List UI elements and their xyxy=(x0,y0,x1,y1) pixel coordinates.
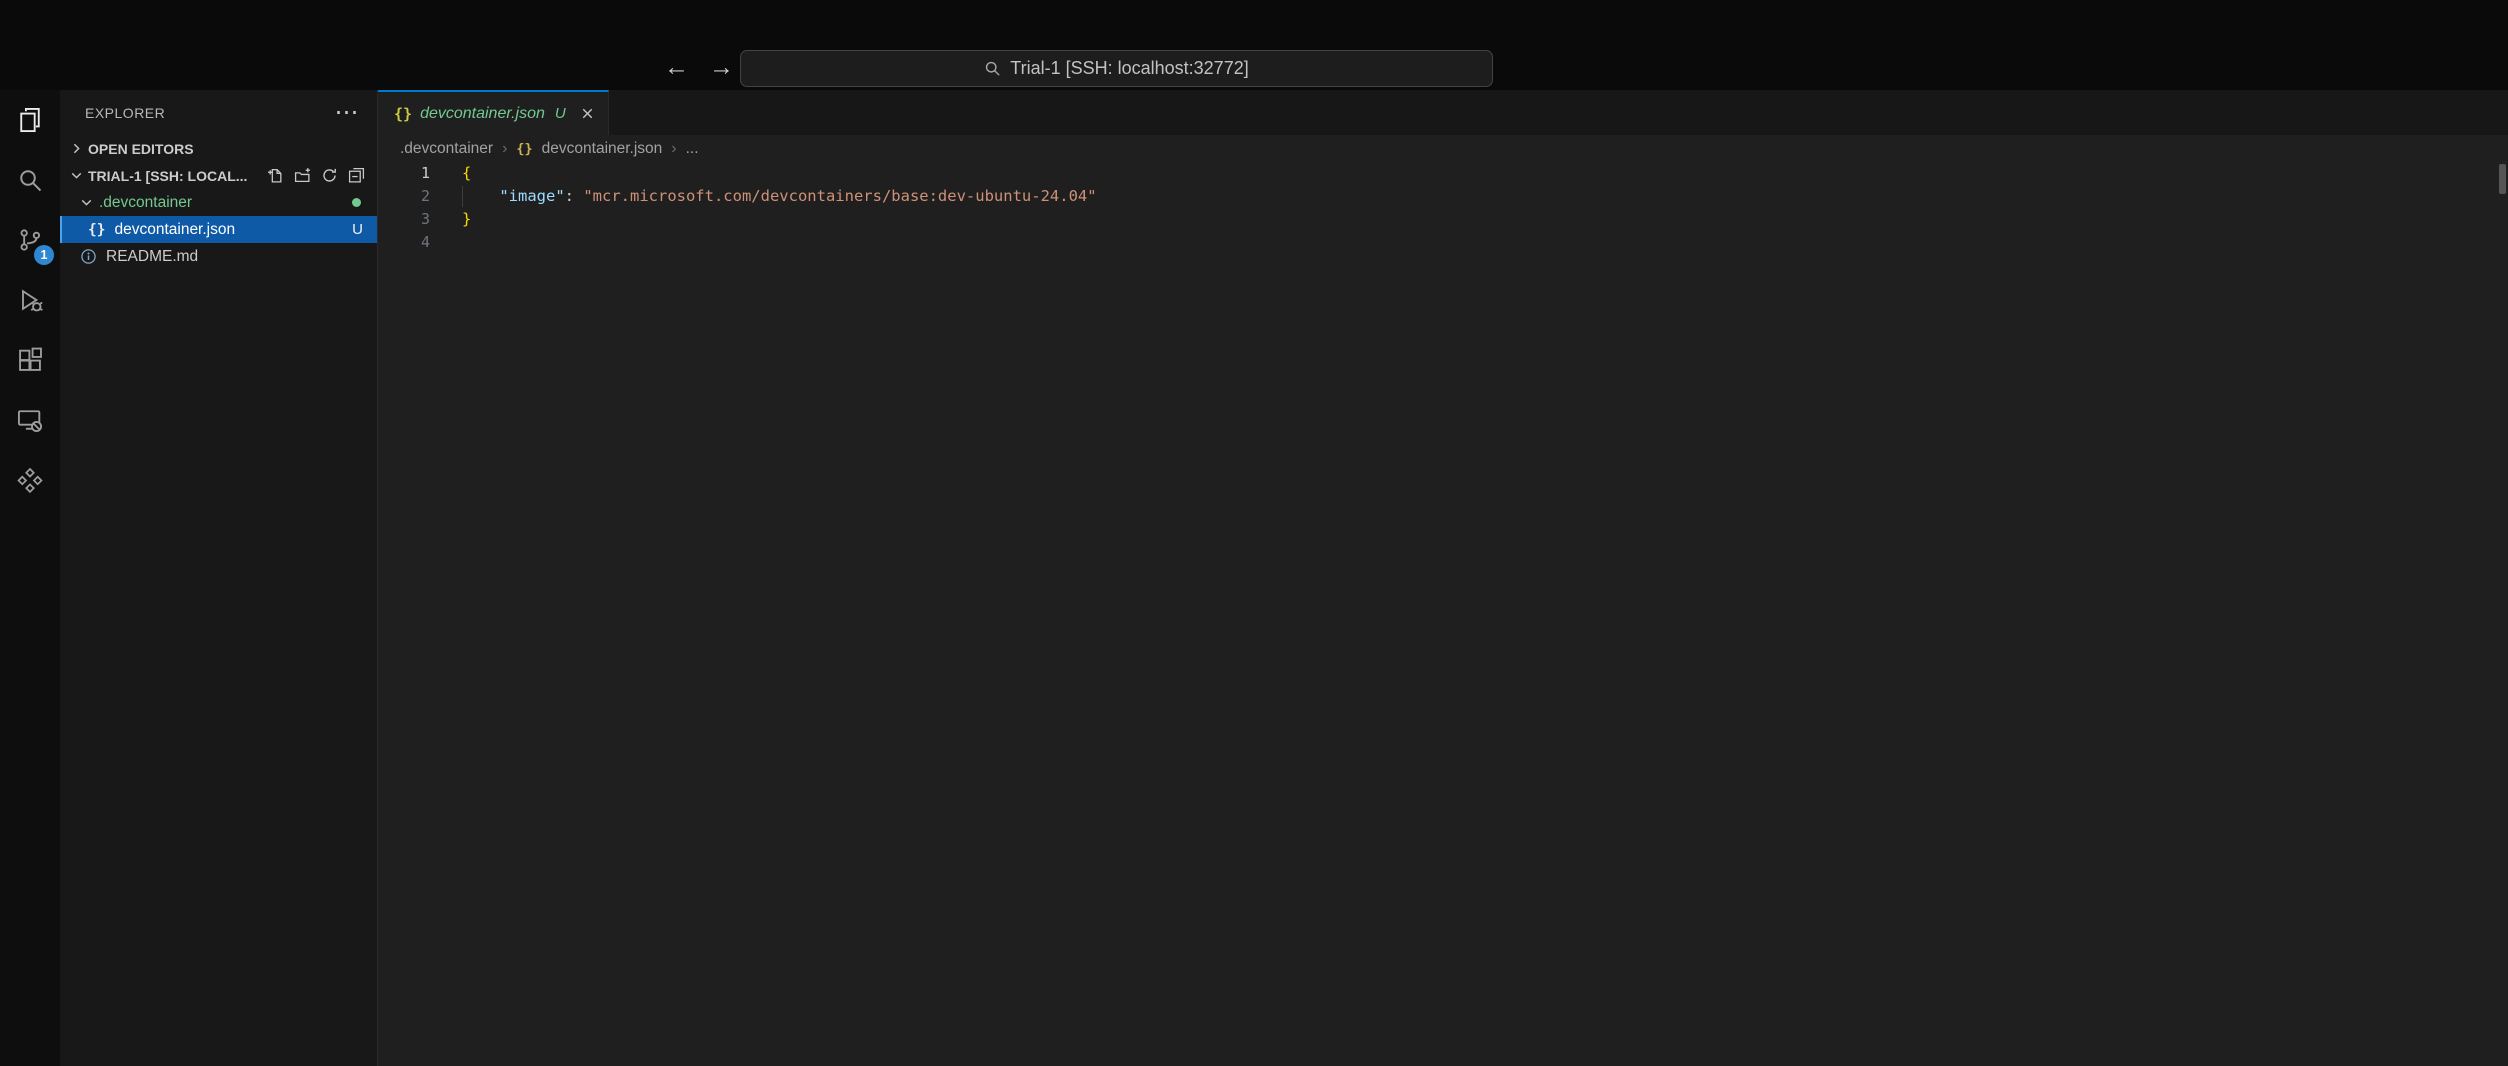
code-line-text[interactable] xyxy=(430,231,2508,254)
back-icon[interactable]: ← xyxy=(664,55,689,80)
activity-item-extensions[interactable] xyxy=(0,330,60,390)
file-label: devcontainer.json xyxy=(114,221,235,239)
markdown-file-icon xyxy=(80,248,97,265)
tab-git-badge: U xyxy=(555,105,566,122)
command-center-text: Trial-1 [SSH: localhost:32772] xyxy=(1010,58,1248,79)
code-line-1[interactable]: 1 { xyxy=(378,162,2508,185)
close-icon[interactable] xyxy=(579,105,596,122)
line-number[interactable]: 4 xyxy=(378,231,430,254)
editor-group: {} devcontainer.json U .devcontainer › {… xyxy=(378,90,2508,1066)
search-icon xyxy=(984,60,1001,77)
workspace-label: TRIAL-1 [SSH: LOCAL... xyxy=(88,168,247,184)
tab-bar: {} devcontainer.json U xyxy=(378,90,2508,135)
tab-label: devcontainer.json xyxy=(420,105,545,123)
open-editors-label: OPEN EDITORS xyxy=(88,141,194,157)
code-line-3[interactable]: 3 } xyxy=(378,208,2508,231)
breadcrumb-file[interactable]: devcontainer.json xyxy=(542,140,663,158)
activity-item-run-debug[interactable] xyxy=(0,270,60,330)
activity-item-search[interactable] xyxy=(0,150,60,210)
line-number[interactable]: 2 xyxy=(378,185,430,208)
chevron-down-icon xyxy=(78,194,95,211)
git-modified-dot xyxy=(352,198,361,207)
code-token: : xyxy=(565,187,584,205)
diamond-grid-icon xyxy=(16,466,44,494)
history-nav: ← → xyxy=(664,45,734,90)
tree-item-devcontainer-folder[interactable]: .devcontainer xyxy=(60,189,377,216)
code-line-2[interactable]: 2 "image": "mcr.microsoft.com/devcontain… xyxy=(378,185,2508,208)
refresh-icon[interactable] xyxy=(321,167,338,184)
breadcrumb: .devcontainer › {} devcontainer.json › .… xyxy=(378,135,2508,162)
scm-badge: 1 xyxy=(34,245,54,265)
json-file-icon: {} xyxy=(394,105,412,123)
file-label: README.md xyxy=(106,248,198,266)
remote-explorer-icon xyxy=(16,406,44,434)
tab-devcontainer-json[interactable]: {} devcontainer.json U xyxy=(378,90,609,135)
breadcrumb-symbol[interactable]: ... xyxy=(686,140,699,158)
collapse-all-icon[interactable] xyxy=(348,167,365,184)
activity-item-source-control[interactable]: 1 xyxy=(0,210,60,270)
chevron-right-icon xyxy=(68,140,85,157)
code-token: } xyxy=(462,210,471,228)
code-token: "image" xyxy=(499,187,564,205)
forward-icon[interactable]: → xyxy=(709,55,734,80)
workbench: 1 xyxy=(0,90,2508,1066)
run-debug-icon xyxy=(16,286,44,314)
workspace-section[interactable]: TRIAL-1 [SSH: LOCAL... xyxy=(60,162,377,189)
explorer-sidebar: EXPLORER ⋯ OPEN EDITORS TRIAL-1 [SSH: LO… xyxy=(60,90,378,1066)
breadcrumb-separator-icon: › xyxy=(502,140,507,158)
code-editor[interactable]: 1 { 2 "image": "mcr.microsoft.com/devcon… xyxy=(378,162,2508,1066)
git-untracked-badge: U xyxy=(352,221,363,238)
sidebar-header: EXPLORER ⋯ xyxy=(60,90,377,135)
code-token xyxy=(462,187,499,205)
command-center[interactable]: Trial-1 [SSH: localhost:32772] xyxy=(740,50,1493,87)
title-bar: ← → Trial-1 [SSH: localhost:32772] xyxy=(0,0,2508,90)
activity-item-explorer[interactable] xyxy=(0,90,60,150)
tree-item-readme[interactable]: README.md xyxy=(60,243,377,270)
json-file-icon: {} xyxy=(88,222,105,238)
activity-item-containers[interactable] xyxy=(0,450,60,510)
code-line-text[interactable]: "image": "mcr.microsoft.com/devcontainer… xyxy=(430,185,2508,208)
code-token: "mcr.microsoft.com/devcontainers/base:de… xyxy=(583,187,1096,205)
breadcrumb-separator-icon: › xyxy=(671,140,676,158)
code-token: { xyxy=(462,164,471,182)
tree-item-devcontainer-json[interactable]: {} devcontainer.json U xyxy=(60,216,377,243)
search-icon xyxy=(16,166,44,194)
line-number[interactable]: 1 xyxy=(378,162,430,185)
activity-bar: 1 xyxy=(0,90,60,1066)
explorer-actions xyxy=(267,167,377,184)
extensions-icon xyxy=(16,346,44,374)
folder-label: .devcontainer xyxy=(99,194,192,212)
activity-item-remote-explorer[interactable] xyxy=(0,390,60,450)
breadcrumb-folder[interactable]: .devcontainer xyxy=(400,140,493,158)
overview-ruler-mark xyxy=(2499,164,2506,194)
new-file-icon[interactable] xyxy=(267,167,284,184)
files-icon xyxy=(16,106,44,134)
code-line-4[interactable]: 4 xyxy=(378,231,2508,254)
vscode-window: ← → Trial-1 [SSH: localhost:32772] xyxy=(0,0,2508,1066)
code-line-text[interactable]: } xyxy=(430,208,2508,231)
json-file-icon: {} xyxy=(516,141,532,157)
line-number[interactable]: 3 xyxy=(378,208,430,231)
code-line-text[interactable]: { xyxy=(430,162,2508,185)
chevron-down-icon xyxy=(68,167,85,184)
new-folder-icon[interactable] xyxy=(294,167,311,184)
sidebar-title: EXPLORER xyxy=(85,105,165,121)
open-editors-section[interactable]: OPEN EDITORS xyxy=(60,135,377,162)
